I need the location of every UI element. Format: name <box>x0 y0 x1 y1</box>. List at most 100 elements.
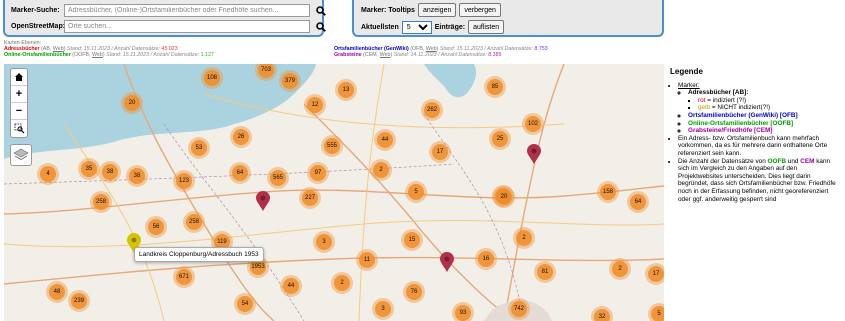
cluster-count: 20 <box>124 95 140 111</box>
entries-label: Einträge: <box>434 23 466 31</box>
cluster-count: 4 <box>40 166 56 182</box>
marker-cluster[interactable]: 64 <box>627 191 649 213</box>
marker-cluster[interactable]: 20 <box>493 186 515 208</box>
map-pin-icon[interactable] <box>527 144 541 164</box>
cluster-count: 38 <box>102 164 118 180</box>
marker-cluster[interactable]: 16 <box>475 248 497 270</box>
marker-cluster[interactable]: 108 <box>201 67 223 89</box>
marker-cluster[interactable]: 81 <box>534 261 556 283</box>
marker-cluster[interactable]: 93 <box>452 302 474 321</box>
layer-oofb-link[interactable]: Web <box>92 52 103 58</box>
cluster-count: 2 <box>516 230 532 246</box>
marker-cluster[interactable]: 32 <box>591 306 613 321</box>
marker-cluster[interactable]: 56 <box>145 216 167 238</box>
marker-cluster[interactable]: 44 <box>280 275 302 297</box>
marker-cluster[interactable]: 258 <box>183 211 205 233</box>
marker-search-button[interactable] <box>314 4 327 17</box>
marker-cluster[interactable]: 26 <box>230 126 252 148</box>
marker-cluster[interactable]: 12 <box>304 94 326 116</box>
cluster-count: 3 <box>316 234 332 250</box>
legend-rot-text: = indiziert (?!) <box>707 96 747 104</box>
search-icon <box>315 21 326 32</box>
marker-cluster[interactable]: 262 <box>421 99 443 121</box>
marker-cluster[interactable]: 53 <box>188 137 210 159</box>
marker-cluster[interactable]: 2 <box>331 272 353 294</box>
hide-tooltips-button[interactable]: verbergen <box>459 3 501 17</box>
zoom-out-button[interactable]: − <box>11 103 27 120</box>
marker-cluster[interactable]: 15 <box>401 229 423 251</box>
layer-switcher-button[interactable] <box>10 144 32 166</box>
marker-cluster[interactable]: 11 <box>356 249 378 271</box>
marker-cluster[interactable]: 76 <box>403 281 425 303</box>
layer-ab-count: 45.023 <box>161 46 178 53</box>
home-button[interactable] <box>11 69 27 86</box>
marker-cluster[interactable]: 25 <box>489 128 511 150</box>
legend-cem-label: Grabsteine/Friedhöfe [CEM] <box>688 127 773 135</box>
tooltips-label: Marker: Tooltips <box>361 6 415 14</box>
marker-cluster[interactable]: 13 <box>335 79 357 101</box>
marker-cluster[interactable]: 2 <box>513 227 535 249</box>
cluster-count: 258 <box>186 214 202 230</box>
legend-marker-label: Marker: <box>678 81 700 89</box>
cluster-count: 76 <box>406 284 422 300</box>
zoom-box-button[interactable] <box>11 120 27 137</box>
marker-cluster[interactable]: 258 <box>90 191 112 213</box>
map-pin-icon[interactable] <box>440 252 454 272</box>
layer-ofb-count: 8.753 <box>534 46 548 53</box>
layer-oofb: Online-Ortsfamilienbücher (OOFB, Web) St… <box>4 52 214 59</box>
marker-cluster[interactable]: 102 <box>522 113 544 135</box>
marker-cluster[interactable]: 227 <box>299 187 321 209</box>
map[interactable]: + − 703 379 108 20 12 13 85 262 102 53 26 555 44 17 25… <box>4 64 664 321</box>
marker-cluster[interactable]: 158 <box>597 181 619 203</box>
home-icon <box>15 73 23 81</box>
marker-cluster[interactable]: 48 <box>46 281 68 303</box>
marker-cluster[interactable]: 671 <box>173 266 195 288</box>
marker-cluster[interactable]: 3 <box>313 231 335 253</box>
latest-count-select[interactable]: 5 <box>401 20 432 34</box>
marker-cluster[interactable]: 64 <box>229 162 251 184</box>
layer-ab-link[interactable]: Web <box>53 46 64 52</box>
marker-cluster[interactable]: 565 <box>267 167 289 189</box>
cluster-count: 258 <box>93 194 109 210</box>
marker-cluster[interactable]: 555 <box>321 135 343 157</box>
cluster-count: 26 <box>233 129 249 145</box>
marker-cluster[interactable]: 5 <box>648 303 664 321</box>
layer-ofb-link[interactable]: Web <box>426 46 437 52</box>
legend-marker: Marker: Adressbücher [AB]: rot = indizie… <box>678 82 842 135</box>
show-tooltips-button[interactable]: anzeigen <box>417 3 457 17</box>
cluster-count: 48 <box>49 284 65 300</box>
cluster-count: 123 <box>176 173 192 189</box>
marker-cluster[interactable]: 379 <box>279 70 301 92</box>
marker-search-input[interactable] <box>64 4 310 17</box>
marker-cluster[interactable]: 742 <box>508 298 530 320</box>
cluster-count: 108 <box>204 70 220 86</box>
osm-search-button[interactable] <box>314 20 327 33</box>
marker-cluster[interactable]: 85 <box>484 76 506 98</box>
marker-cluster[interactable]: 54 <box>234 293 256 315</box>
marker-cluster[interactable]: 17 <box>645 263 664 285</box>
marker-cluster[interactable]: 20 <box>121 92 143 114</box>
cluster-count: 379 <box>282 73 298 89</box>
marker-cluster[interactable]: 123 <box>173 170 195 192</box>
cluster-count: 13 <box>338 82 354 98</box>
cluster-count: 64 <box>232 165 248 181</box>
marker-cluster[interactable]: 3 <box>372 298 394 320</box>
zoom-in-button[interactable]: + <box>11 86 27 103</box>
marker-cluster[interactable]: 17 <box>429 141 451 163</box>
layers-icon <box>13 148 29 160</box>
marker-cluster[interactable]: 5 <box>405 181 427 203</box>
osm-search-input[interactable] <box>64 20 310 33</box>
layer-cem-link[interactable]: Web <box>380 52 391 58</box>
marker-cluster[interactable]: 2 <box>370 159 392 181</box>
marker-cluster[interactable]: 97 <box>307 162 329 184</box>
marker-cluster[interactable]: 44 <box>374 129 396 151</box>
cluster-count: 565 <box>270 170 286 186</box>
marker-cluster[interactable]: 38 <box>99 161 121 183</box>
marker-cluster[interactable]: 2 <box>609 258 631 280</box>
map-pin-icon[interactable] <box>256 191 270 211</box>
list-entries-button[interactable]: auflisten <box>468 20 505 34</box>
marker-cluster[interactable]: 35 <box>78 158 100 180</box>
marker-cluster[interactable]: 239 <box>68 290 90 312</box>
marker-cluster[interactable]: 38 <box>126 165 148 187</box>
marker-cluster[interactable]: 4 <box>37 163 59 185</box>
